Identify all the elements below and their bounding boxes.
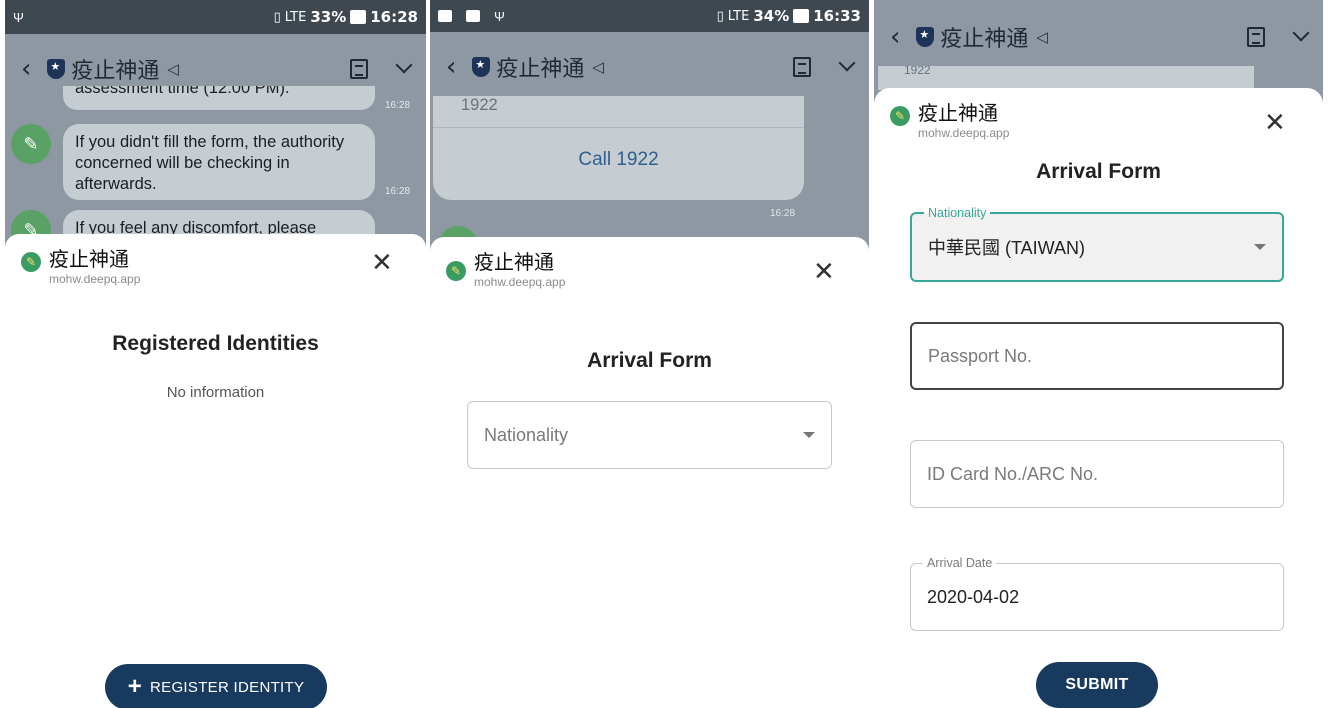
screen-arrival-form-filled: ‹ 疫止神通 ◁ 1922 ✎ 疫止神通 mohw.deepq.app ✕ Ar… [874, 0, 1323, 708]
close-icon[interactable]: ✕ [371, 248, 393, 278]
message-time: 16:28 [385, 100, 411, 111]
screen-arrival-form-empty: Ψ ▯ LTE 34% 16:33 ‹ 疫止神通 ◁ 1922 Call 192… [430, 0, 869, 708]
notes-icon[interactable] [1247, 27, 1265, 47]
nationality-value: 中華民國 (TAIWAN) [928, 238, 1085, 258]
status-bar: Ψ ▯ LTE 33% 16:28 [5, 0, 426, 34]
phone-number: 1922 [433, 96, 804, 128]
app-icon: ✎ [21, 252, 41, 272]
verified-shield-icon [472, 57, 491, 77]
vibrate-icon: ▯ [716, 8, 724, 24]
signal-icon: LTE [727, 8, 750, 24]
notes-icon[interactable] [793, 57, 811, 77]
app-icon: ✎ [890, 106, 910, 126]
bottom-sheet: ✎ 疫止神通 mohw.deepq.app ✕ Arrival Form Nat… [874, 88, 1323, 708]
dropdown-arrow-icon [803, 432, 815, 438]
battery-percent: 33% [310, 8, 347, 26]
chat-bubble-partial: 1922 [878, 66, 1254, 90]
register-identity-label: REGISTER IDENTITY [150, 678, 305, 696]
back-icon[interactable]: ‹ [446, 52, 456, 82]
form-title: Arrival Form [1036, 160, 1161, 183]
nationality-select[interactable]: Nationality 中華民國 (TAIWAN) [910, 205, 1284, 282]
battery-icon [350, 10, 367, 24]
back-icon[interactable]: ‹ [890, 22, 900, 52]
sheet-url: mohw.deepq.app [49, 272, 141, 286]
passport-placeholder: Passport No. [928, 345, 1033, 366]
dropdown-arrow-icon [1254, 244, 1266, 250]
chat-title: 疫止神通 [940, 26, 1029, 51]
app-icon: ✎ [446, 261, 466, 281]
clock: 16:28 [370, 8, 418, 26]
chevron-down-icon[interactable] [838, 54, 856, 72]
empty-state: No information [166, 384, 265, 401]
chat-title: 疫止神通 [71, 58, 160, 83]
bot-avatar: ✎ [11, 124, 51, 164]
message-icon [438, 10, 452, 22]
screen-registered-identities: Ψ ▯ LTE 33% 16:28 ‹ 疫止神通 ◁ assessment ti… [5, 0, 426, 708]
arrival-date-input[interactable]: Arrival Date 2020-04-02 [910, 555, 1284, 631]
nationality-label: Nationality [924, 205, 991, 221]
usb-icon: Ψ [13, 9, 24, 25]
register-identity-button[interactable]: + REGISTER IDENTITY [105, 664, 327, 708]
plus-icon: + [127, 673, 143, 700]
chat-bubble: If you didn't fill the form, the authori… [63, 124, 375, 200]
notes-icon[interactable] [350, 59, 368, 79]
status-bar: Ψ ▯ LTE 34% 16:33 [430, 0, 869, 32]
verified-shield-icon [916, 27, 935, 47]
bottom-sheet: ✎ 疫止神通 mohw.deepq.app ✕ Registered Ident… [5, 234, 426, 708]
sheet-header: ✎ 疫止神通 mohw.deepq.app [21, 248, 140, 286]
chevron-down-icon[interactable] [395, 56, 413, 74]
message-time: 16:28 [385, 186, 411, 197]
close-icon[interactable]: ✕ [813, 257, 835, 287]
sheet-app-name: 疫止神通 [49, 249, 129, 271]
chat-bubble: 1922 Call 1922 [433, 96, 804, 200]
back-icon[interactable]: ‹ [21, 54, 31, 84]
clock: 16:33 [813, 7, 861, 25]
nationality-select[interactable]: Nationality [467, 401, 832, 469]
section-heading: Registered Identities [112, 332, 319, 355]
passport-input[interactable]: Passport No. [910, 322, 1284, 390]
image-icon [466, 10, 480, 22]
battery-percent: 34% [753, 7, 790, 25]
signal-icon: LTE [284, 9, 307, 25]
nationality-placeholder: Nationality [484, 424, 569, 445]
close-icon[interactable]: ✕ [1264, 108, 1286, 138]
mute-icon: ◁ [167, 60, 179, 78]
chat-title: 疫止神通 [496, 56, 585, 81]
mute-icon: ◁ [1036, 28, 1048, 46]
id-card-input[interactable]: ID Card No./ARC No. [910, 440, 1284, 508]
arrival-date-label: Arrival Date [923, 555, 997, 571]
mute-icon: ◁ [592, 58, 604, 76]
vibrate-icon: ▯ [273, 9, 281, 25]
chevron-down-icon[interactable] [1292, 24, 1310, 42]
verified-shield-icon [47, 59, 66, 79]
arrival-date-value: 2020-04-02 [927, 586, 1020, 607]
form-title: Arrival Form [587, 349, 712, 372]
chat-app-bar: ‹ 疫止神通 ◁ [874, 6, 1323, 68]
call-1922-button[interactable]: Call 1922 [433, 128, 804, 192]
id-card-placeholder: ID Card No./ARC No. [927, 463, 1099, 484]
sheet-header: ✎ 疫止神通 mohw.deepq.app [446, 251, 565, 289]
chat-bubble-partial: assessment time (12:00 PM). [63, 86, 375, 110]
usb-icon: Ψ [494, 8, 505, 24]
sheet-app-name: 疫止神通 [918, 103, 998, 125]
sheet-url: mohw.deepq.app [918, 126, 1010, 140]
sheet-url: mohw.deepq.app [474, 275, 566, 289]
bottom-sheet: ✎ 疫止神通 mohw.deepq.app ✕ Arrival Form Nat… [430, 237, 869, 708]
sheet-app-name: 疫止神通 [474, 252, 554, 274]
sheet-header: ✎ 疫止神通 mohw.deepq.app [890, 102, 1009, 140]
battery-icon [793, 9, 810, 23]
submit-button[interactable]: SUBMIT [1036, 662, 1158, 708]
chat-app-bar: ‹ 疫止神通 ◁ [430, 36, 869, 98]
message-time: 16:28 [770, 208, 796, 219]
